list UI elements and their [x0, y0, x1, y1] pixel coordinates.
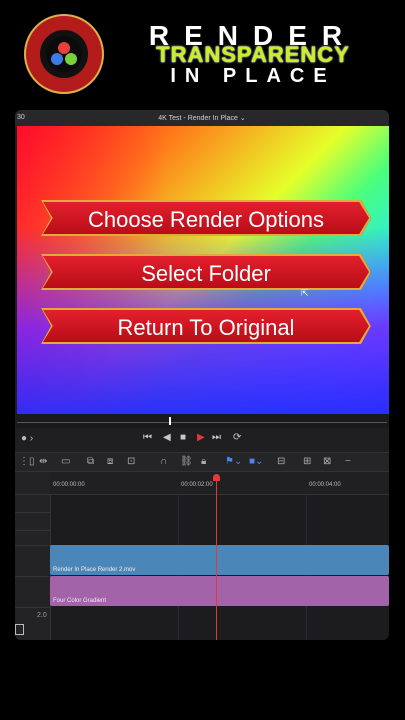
banner-render-options: Choose Render Options: [41, 200, 371, 236]
insert-clip-icon[interactable]: ⧉: [87, 456, 94, 467]
banner-return-original: Return To Original: [41, 308, 371, 344]
play-icon[interactable]: ▶: [197, 432, 205, 443]
track-toggle-icon[interactable]: [15, 624, 24, 635]
zoom-custom-icon[interactable]: ⊠: [323, 456, 331, 467]
track-headers: 2.0: [15, 472, 51, 640]
timecode-2: 00:00:02:00: [181, 482, 213, 488]
clip-four-color-gradient[interactable]: Four Color Gradient: [50, 576, 389, 606]
davinci-resolve-icon: [46, 36, 82, 72]
trim-tool-icon[interactable]: ⇹: [39, 456, 47, 467]
selection-tool-icon[interactable]: ⋮▯: [19, 456, 35, 467]
overwrite-clip-icon[interactable]: ⧈: [107, 456, 113, 467]
marker-icon[interactable]: ■⌄: [249, 456, 263, 467]
go-to-end-icon[interactable]: ⏭: [212, 432, 221, 443]
linked-selection-icon[interactable]: ⛓: [180, 456, 193, 467]
viewer-scrubber[interactable]: [15, 414, 389, 428]
clip-render-in-place[interactable]: Render In Place Render 2.mov: [50, 545, 389, 575]
timecode-0: 00:00:00:00: [53, 482, 85, 488]
title-line-3: IN PLACE: [170, 65, 336, 87]
zoom-full-icon[interactable]: ⊟: [277, 456, 285, 467]
go-to-start-icon[interactable]: ⏮: [143, 432, 152, 443]
mouse-cursor-icon: ⇱: [301, 288, 309, 298]
scrubber-handle[interactable]: [169, 417, 171, 425]
title-line-2: TRANSPARENCY: [156, 42, 350, 67]
lock-icon[interactable]: 🔒︎: [201, 456, 206, 467]
stop-icon[interactable]: ■: [180, 432, 186, 443]
zoom-out-icon[interactable]: −: [345, 456, 351, 467]
channel-logo: [24, 14, 104, 94]
viewer-header: 30 4K Test - Render In Place ⌄: [15, 110, 389, 126]
banner-select-folder: Select Folder: [41, 254, 371, 290]
video-viewer[interactable]: Choose Render Options Select Folder Retu…: [17, 126, 389, 414]
resolve-window: 30 4K Test - Render In Place ⌄ Choose Re…: [15, 110, 389, 640]
loop-icon[interactable]: ⟳: [233, 432, 241, 443]
loop-mode-icon[interactable]: ● ›: [21, 433, 33, 444]
timecode-4: 00:00:04:00: [309, 482, 341, 488]
flag-icon[interactable]: ⚑⌄: [225, 456, 242, 467]
replace-clip-icon[interactable]: ⊡: [127, 456, 135, 467]
zoom-value: 2.0: [37, 612, 47, 619]
viewer-title[interactable]: 4K Test - Render In Place ⌄: [15, 114, 389, 122]
play-reverse-icon[interactable]: ◀: [163, 432, 171, 443]
timeline-toolbar: ⋮▯ ⇹ ▭ ⧉ ⧈ ⊡ ∩ ⛓ 🔒︎ ⚑⌄ ■⌄ ⊟ ⊞ ⊠ −: [15, 452, 389, 472]
blade-tool-icon[interactable]: ▭: [61, 456, 70, 467]
zoom-detail-icon[interactable]: ⊞: [303, 456, 311, 467]
transport-controls: ● › ⏮ ◀ ■ ▶ ⏭ ⟳: [15, 428, 389, 448]
snapping-icon[interactable]: ∩: [160, 456, 167, 467]
playhead[interactable]: [216, 476, 217, 640]
timeline-area[interactable]: 2.0 00:00:00:00 00:00:02:00 00:00:04:00 …: [15, 472, 389, 640]
